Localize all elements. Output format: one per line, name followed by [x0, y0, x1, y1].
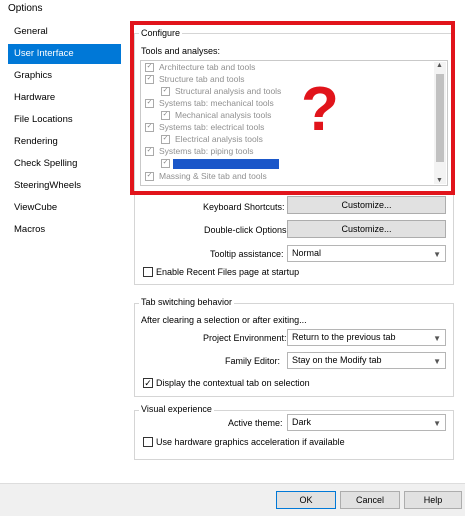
tab-switching-legend: Tab switching behavior	[139, 297, 235, 307]
visual-experience-legend: Visual experience	[139, 404, 214, 414]
nav-item-file-locations[interactable]: File Locations	[8, 110, 121, 130]
title-bar: Options	[0, 0, 465, 18]
recent-files-label: Enable Recent Files page at startup	[156, 267, 300, 277]
nav-item-rendering[interactable]: Rendering	[8, 132, 121, 152]
nav-item-graphics[interactable]: Graphics	[8, 66, 121, 86]
nav-item-user-interface[interactable]: User Interface	[8, 44, 121, 64]
active-theme-label: Active theme:	[228, 418, 283, 428]
cancel-button[interactable]: Cancel	[340, 491, 400, 509]
window-title: Options	[8, 3, 43, 14]
nav-item-check-spelling[interactable]: Check Spelling	[8, 154, 121, 174]
chevron-down-icon: ▼	[433, 250, 441, 259]
contextual-tab-checkbox[interactable]: ✓	[143, 378, 153, 388]
ok-button[interactable]: OK	[276, 491, 336, 509]
annotation-question-mark: ?	[301, 75, 339, 144]
active-theme-select[interactable]: Dark ▼	[287, 414, 446, 431]
tooltip-select[interactable]: Normal ▼	[287, 245, 446, 262]
recent-files-checkbox[interactable]	[143, 267, 153, 277]
chevron-down-icon: ▼	[433, 334, 441, 343]
nav-item-viewcube[interactable]: ViewCube	[8, 198, 121, 218]
dialog-footer: OK Cancel Help	[0, 483, 465, 516]
annotation-red-box	[130, 21, 455, 195]
family-editor-label: Family Editor:	[225, 356, 281, 366]
chevron-down-icon: ▼	[433, 357, 441, 366]
chevron-down-icon: ▼	[433, 419, 441, 428]
contextual-tab-label: Display the contextual tab on selection	[156, 378, 310, 388]
family-editor-select[interactable]: Stay on the Modify tab ▼	[287, 352, 446, 369]
double-click-customize-button[interactable]: Customize...	[287, 220, 446, 238]
help-button[interactable]: Help	[404, 491, 462, 509]
options-nav: General User Interface Graphics Hardware…	[8, 22, 122, 482]
double-click-label: Double-click Options:	[204, 225, 290, 235]
keyboard-shortcuts-label: Keyboard Shortcuts:	[203, 202, 285, 212]
project-environment-select[interactable]: Return to the previous tab ▼	[287, 329, 446, 346]
hardware-acceleration-label: Use hardware graphics acceleration if av…	[156, 437, 345, 447]
nav-item-hardware[interactable]: Hardware	[8, 88, 121, 108]
after-clearing-label: After clearing a selection or after exit…	[141, 315, 307, 325]
keyboard-customize-button[interactable]: Customize...	[287, 196, 446, 214]
tooltip-label: Tooltip assistance:	[210, 249, 284, 259]
nav-item-steeringwheels[interactable]: SteeringWheels	[8, 176, 121, 196]
nav-item-macros[interactable]: Macros	[8, 220, 121, 240]
project-environment-label: Project Environment:	[203, 333, 287, 343]
nav-item-general[interactable]: General	[8, 22, 121, 42]
hardware-acceleration-checkbox[interactable]	[143, 437, 153, 447]
